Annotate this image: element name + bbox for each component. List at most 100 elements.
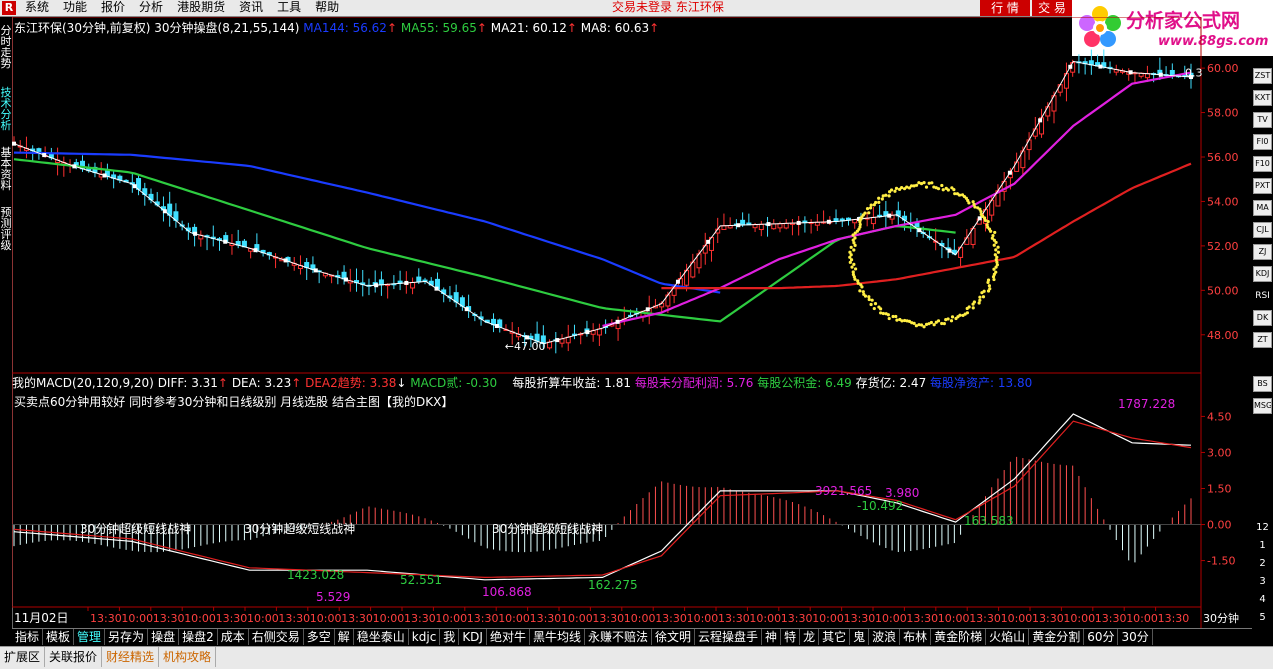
circle-dot (980, 291, 984, 295)
status-news[interactable]: 财经精选 (102, 647, 160, 667)
circle-dot (887, 194, 891, 198)
menu-item-info[interactable]: 资讯 (232, 0, 270, 15)
tab-1[interactable]: 模板 (43, 629, 75, 645)
tab-7[interactable]: 右侧交易 (249, 629, 304, 645)
tool-dk-icon[interactable]: DK (1253, 310, 1272, 326)
time-label: 13:30 (781, 612, 813, 625)
tab-5[interactable]: 操盘2 (179, 629, 218, 645)
tool-fund-icon[interactable]: ZJ (1253, 244, 1272, 260)
status-institution[interactable]: 机构攻略 (159, 647, 217, 667)
tab-29[interactable]: 60分 (1084, 629, 1119, 645)
menu-item-hk-futures[interactable]: 港股期货 (170, 0, 232, 15)
tab-4[interactable]: 操盘 (148, 629, 180, 645)
tab-14[interactable]: 绝对牛 (487, 629, 530, 645)
tool-f10-icon[interactable]: F10 (1253, 156, 1272, 172)
tool-kdj-icon[interactable]: KDJ (1253, 266, 1272, 282)
strategy-note: 买卖点60分钟用较好 同时参考30分钟和日线级别 月线选股 结合主图【我的DKX… (14, 395, 454, 409)
tab-20[interactable]: 特 (781, 629, 801, 645)
menu-item-function[interactable]: 功能 (56, 0, 94, 15)
menu-item-help[interactable]: 帮助 (308, 0, 346, 15)
circle-dot (877, 196, 881, 200)
tool-tv-icon[interactable]: TV (1253, 112, 1272, 128)
tool-pxt-icon[interactable]: PXT (1253, 178, 1272, 194)
tab-12[interactable]: 我 (440, 629, 460, 645)
quote-button[interactable]: 行 情 (980, 0, 1030, 16)
time-label: 10:00 (498, 612, 530, 625)
tool-rsi-icon[interactable]: RSI (1253, 288, 1272, 304)
status-related[interactable]: 关联报价 (45, 647, 103, 667)
tool-f10a-icon[interactable]: Fl0 (1253, 134, 1272, 150)
tab-8[interactable]: 多空 (304, 629, 335, 645)
macd-diff: DIFF: 3.31 (157, 376, 218, 390)
price-axis-label: 54.00 (1207, 195, 1239, 208)
tool-msg-icon[interactable]: MSG (1253, 398, 1272, 414)
tab-22[interactable]: 其它 (819, 629, 851, 645)
price-marker (645, 307, 650, 312)
tool-num-5[interactable]: 5 (1252, 612, 1273, 624)
tab-15[interactable]: 黑牛均线 (530, 629, 585, 645)
tool-volume-icon[interactable]: CJL (1253, 222, 1272, 238)
price-marker (42, 153, 47, 158)
tool-num-4[interactable]: 4 (1252, 594, 1273, 606)
tab-28[interactable]: 黄金分割 (1029, 629, 1085, 645)
macd-annotation: 5.529 (316, 590, 350, 604)
tab-3[interactable]: 另存为 (105, 629, 149, 645)
chart-svg[interactable]: ←47.00 0.3 48.00 50.00 52.00 54.00 56.00 58.00… (11, 16, 1252, 628)
tool-kline-icon[interactable]: KXT (1253, 90, 1272, 106)
tool-num-1[interactable]: 1 (1252, 540, 1273, 552)
moving-average-lines: ←47.00 0.3 (12, 60, 1203, 353)
tab-2[interactable]: 管理 (74, 629, 106, 645)
tab-30[interactable]: 30分 (1118, 629, 1153, 645)
tab-17[interactable]: 徐文明 (652, 629, 696, 645)
price-marker (162, 209, 167, 214)
tab-6[interactable]: 成本 (218, 629, 249, 645)
tab-24[interactable]: 波浪 (869, 629, 901, 645)
macd-annotation: 30分钟超级短线战神 (244, 521, 355, 536)
tool-num-12[interactable]: 12 (1252, 522, 1273, 534)
price-marker (706, 239, 711, 244)
tool-num-2[interactable]: 2 (1252, 558, 1273, 570)
menu-item-tools[interactable]: 工具 (270, 0, 308, 15)
menu-item-analysis[interactable]: 分析 (132, 0, 170, 15)
menu-item-quote[interactable]: 报价 (94, 0, 132, 15)
tab-26[interactable]: 黄金阶梯 (931, 629, 987, 645)
circle-dot (936, 187, 941, 191)
chart-area[interactable]: ←47.00 0.3 48.00 50.00 52.00 54.00 56.00 58.00… (11, 16, 1252, 631)
tab-23[interactable]: 鬼 (850, 629, 870, 645)
tab-10[interactable]: 稳坐泰山 (354, 629, 409, 645)
price-axis-labels: 48.00 50.00 52.00 54.00 56.00 58.00 60.00 (1201, 62, 1239, 342)
status-expand[interactable]: 扩展区 (0, 647, 46, 667)
trade-button[interactable]: 交 易 (1032, 0, 1072, 16)
circle-dot (992, 277, 996, 282)
tab-19[interactable]: 神 (762, 629, 782, 645)
time-label: 10:00 (812, 612, 844, 625)
tab-11[interactable]: kdjc (409, 629, 441, 645)
tab-27[interactable]: 火焰山 (986, 629, 1030, 645)
circle-dot (986, 289, 991, 293)
vtab-intraday[interactable]: 分时走势 (0, 25, 12, 69)
time-label: 13:30 (655, 612, 687, 625)
tab-25[interactable]: 布林 (900, 629, 932, 645)
circle-dot (941, 188, 945, 192)
tool-ma-icon[interactable]: MA (1253, 200, 1272, 216)
tab-21[interactable]: 龙 (800, 629, 820, 645)
legend-ma8: MA8: 60.63 (580, 21, 650, 35)
tab-18[interactable]: 云程操盘手 (695, 629, 763, 645)
tab-9[interactable]: 解 (335, 629, 354, 645)
circle-dot (991, 233, 995, 238)
tool-bs-icon[interactable]: BS (1253, 376, 1272, 392)
time-label: 10:00 (749, 612, 781, 625)
vtab-fundamentals[interactable]: 基本资料 (0, 147, 12, 191)
tab-0[interactable]: 指标 (12, 629, 44, 645)
tool-intraday-icon[interactable]: ZST (1253, 68, 1272, 84)
vtab-rating[interactable]: 预测评级 (0, 207, 12, 251)
tool-num-3[interactable]: 3 (1252, 576, 1273, 588)
tool-zt-icon[interactable]: ZT (1253, 332, 1272, 348)
menu-item-system[interactable]: 系统 (18, 0, 56, 15)
time-label: 13:30 (153, 612, 185, 625)
circle-dot (870, 298, 874, 302)
circle-dot (978, 298, 982, 302)
tab-16[interactable]: 永赚不赔法 (585, 629, 653, 645)
vtab-technical[interactable]: 技术分析 (0, 87, 12, 131)
tab-13[interactable]: KDJ (459, 629, 487, 645)
